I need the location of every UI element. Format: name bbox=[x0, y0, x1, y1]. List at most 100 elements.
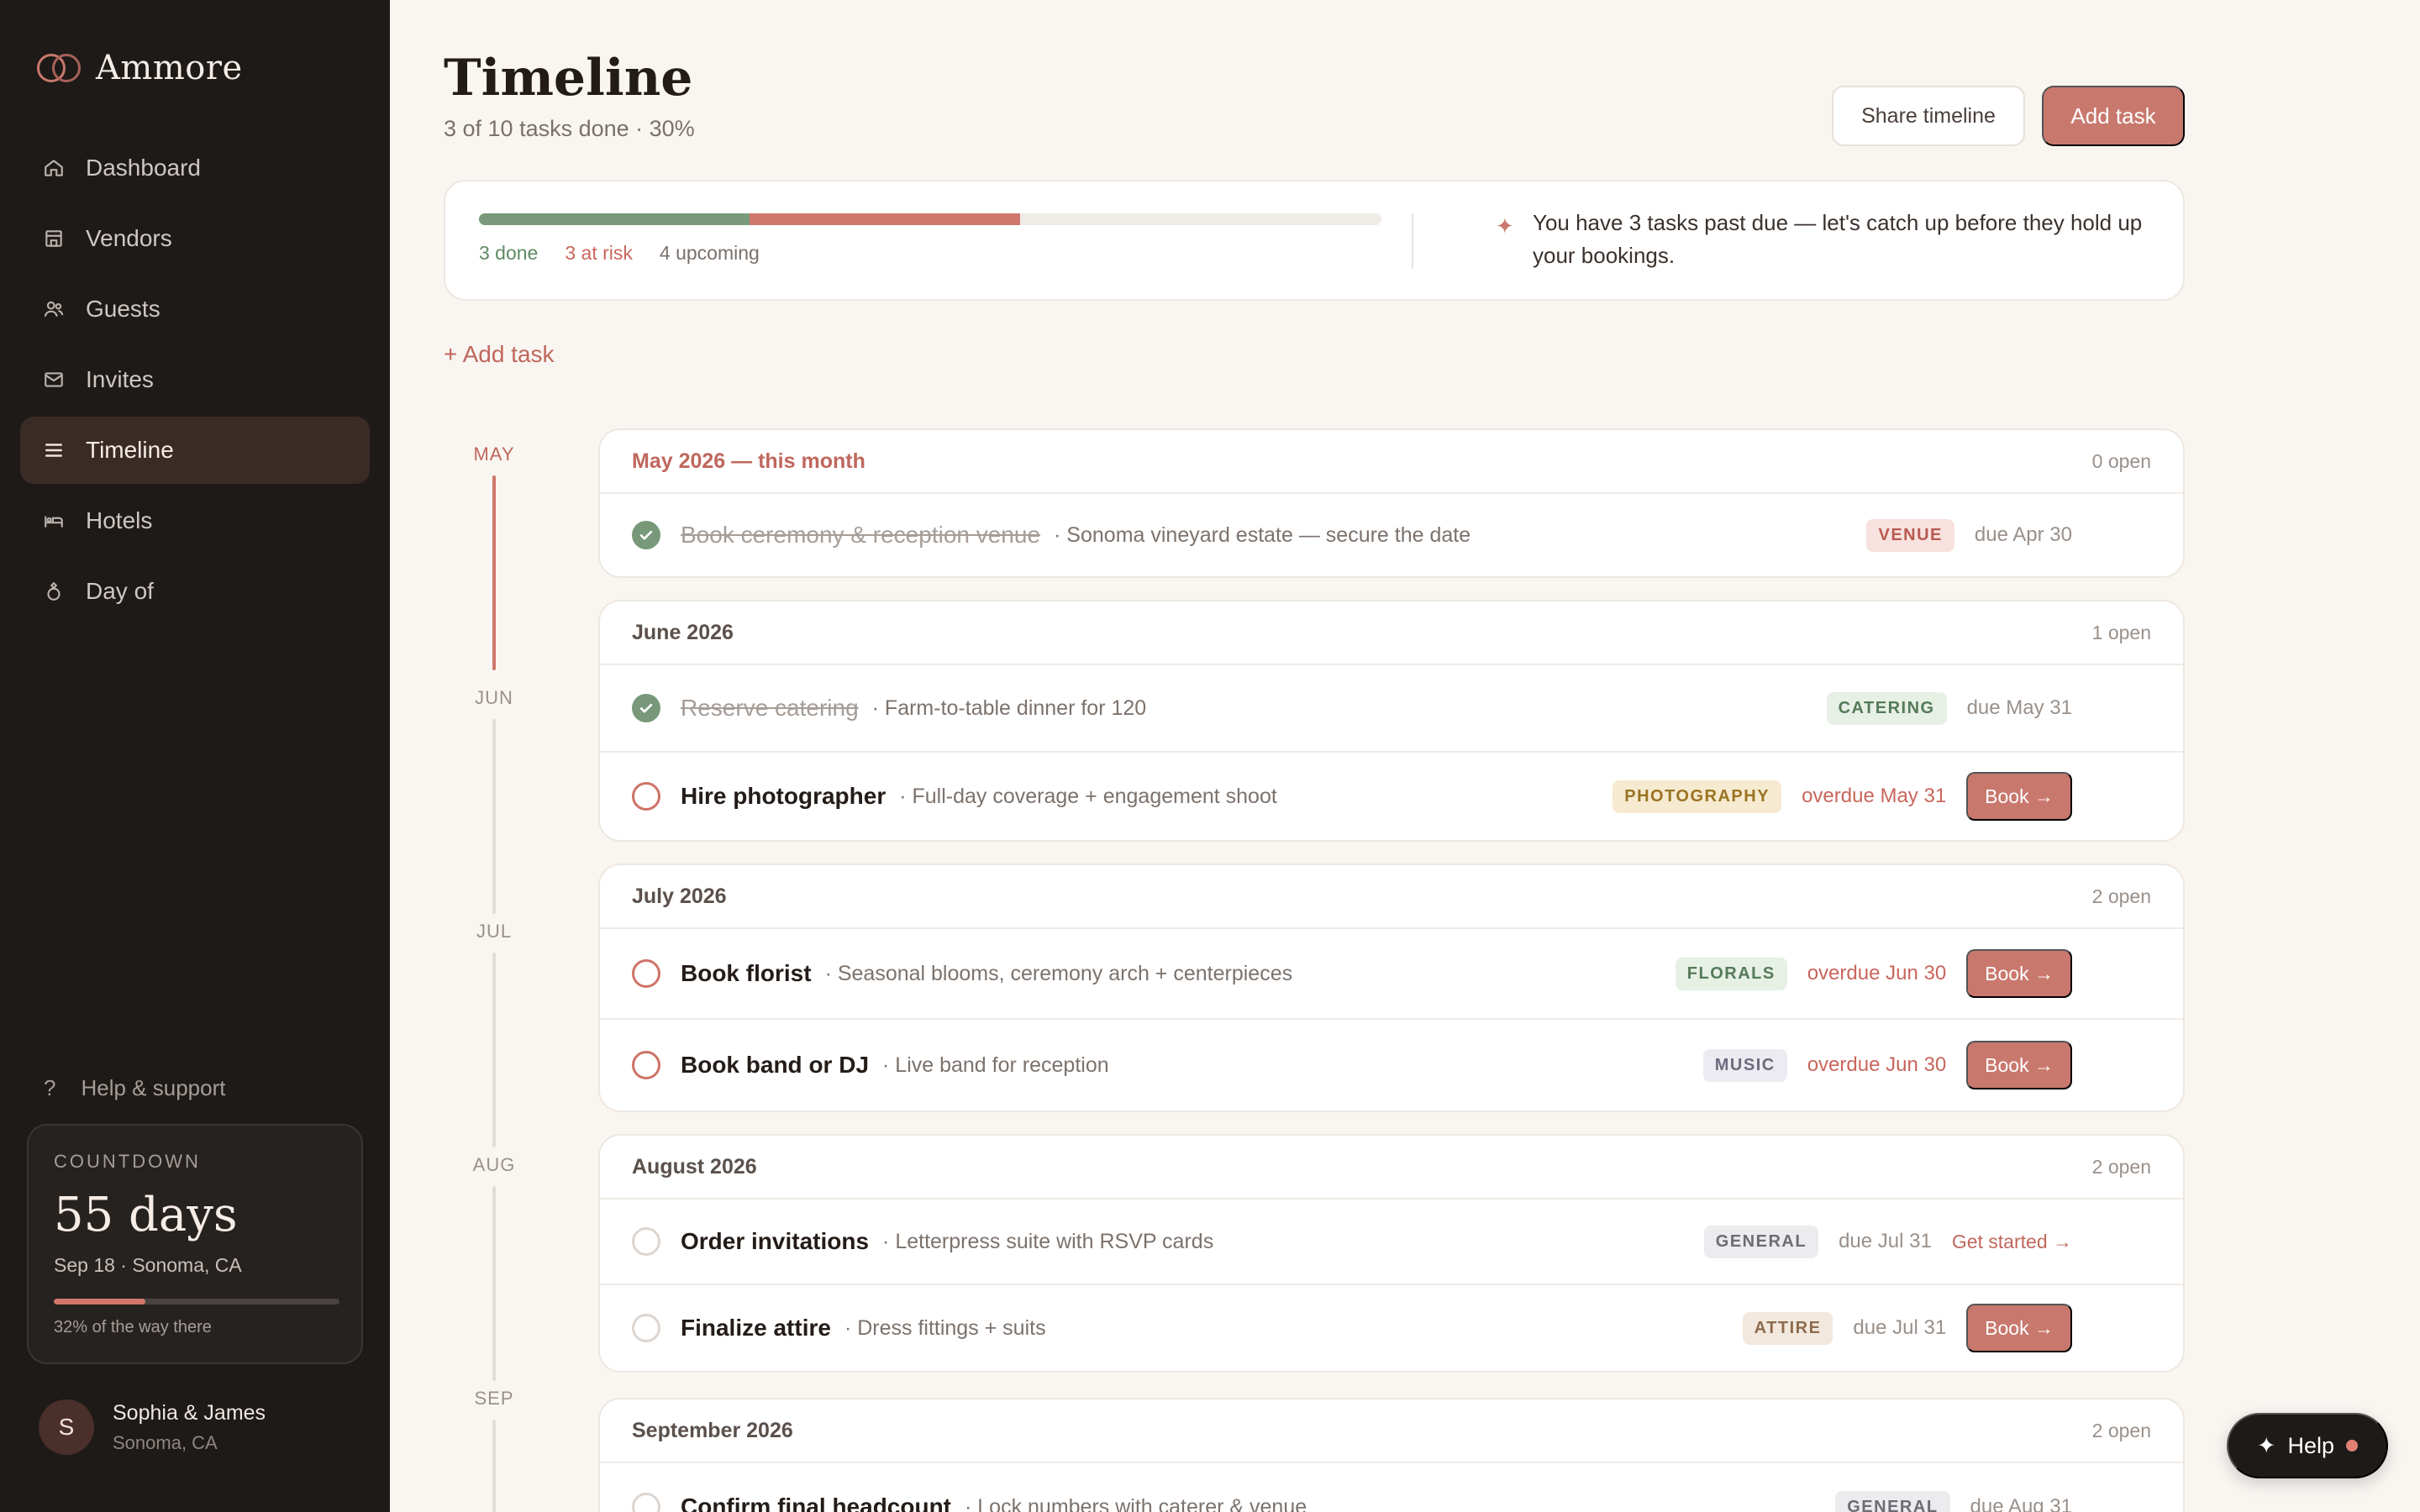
task-row[interactable]: Finalize attire · Dress fittings + suits A… bbox=[600, 1285, 2183, 1371]
task-row[interactable]: Reserve catering · Farm-to-table dinner f… bbox=[600, 665, 2183, 753]
task-checkbox[interactable] bbox=[632, 1493, 660, 1512]
book-button[interactable]: Book → bbox=[1966, 772, 2072, 821]
sparkle-icon: ✦ bbox=[1496, 213, 1514, 239]
task-meta: VENUE due Apr 30 bbox=[1866, 494, 2072, 576]
month-group-header: May 2026 — this month 0 open bbox=[600, 430, 2183, 494]
rail-month-label: MAY bbox=[473, 444, 515, 465]
checkmark-icon[interactable] bbox=[632, 521, 660, 549]
mail-icon bbox=[42, 368, 66, 391]
legend-upcoming: 4 upcoming bbox=[659, 242, 760, 264]
countdown-label: COUNTDOWN bbox=[54, 1151, 201, 1172]
progress-summary-card: 3 done 3 at risk 4 upcoming ✦ You have 3… bbox=[444, 180, 2185, 301]
page-subtitle: 3 of 10 tasks done · 30% bbox=[444, 116, 695, 141]
question-icon: ? bbox=[44, 1075, 56, 1100]
book-button[interactable]: Book → bbox=[1966, 949, 2072, 998]
user-location: Sonoma, CA bbox=[113, 1431, 218, 1453]
task-checkbox[interactable] bbox=[632, 959, 660, 988]
get-started-link[interactable]: Get started → bbox=[1952, 1231, 2072, 1253]
legend-at-risk: 3 at risk bbox=[565, 242, 633, 264]
due-date: due Jul 31 bbox=[1839, 1230, 1932, 1252]
sidebar-item-label: Hotels bbox=[86, 507, 153, 533]
task-meta: PHOTOGRAPHY overdue May 31 Book → bbox=[1612, 753, 2072, 840]
sidebar-item-day-of[interactable]: Day of bbox=[20, 558, 370, 625]
task-description: · Live band for reception bbox=[882, 1053, 1109, 1077]
due-date: overdue Jun 30 bbox=[1807, 1053, 1947, 1076]
countdown-note: 32% of the way there bbox=[54, 1318, 212, 1336]
avatar: S bbox=[39, 1399, 94, 1455]
task-name: Order invitations bbox=[681, 1228, 870, 1254]
task-meta: GENERAL due Aug 31 bbox=[1835, 1463, 2072, 1512]
sidebar: Ammore Dashboard Vendors Guests Invites Time… bbox=[0, 0, 390, 1512]
rail-month-label: SEP bbox=[474, 1388, 514, 1409]
task-row[interactable]: Book ceremony & reception venue · Sonoma … bbox=[600, 494, 2183, 576]
user-name: Sophia & James bbox=[113, 1400, 266, 1425]
help-support-link[interactable]: ? Help & support bbox=[44, 1075, 225, 1101]
rail-line bbox=[492, 953, 496, 1147]
sidebar-item-guests[interactable]: Guests bbox=[20, 276, 370, 343]
task-name: Confirm final headcount bbox=[681, 1494, 951, 1512]
checkmark-icon[interactable] bbox=[632, 694, 660, 722]
task-description: · Seasonal blooms, ceremony arch + cente… bbox=[824, 961, 1293, 985]
book-button[interactable]: Book → bbox=[1966, 1304, 2072, 1352]
task-row[interactable]: Hire photographer · Full-day coverage + e… bbox=[600, 753, 2183, 840]
task-row[interactable]: Book band or DJ · Live band for reception… bbox=[600, 1020, 2183, 1110]
past-due-alert: You have 3 tasks past due — let's catch … bbox=[1533, 210, 2143, 268]
month-group-title: August 2026 bbox=[632, 1154, 757, 1179]
month-group-header: September 2026 2 open bbox=[600, 1399, 2183, 1463]
sidebar-item-dashboard[interactable]: Dashboard bbox=[20, 134, 370, 202]
open-count: 2 open bbox=[2091, 1155, 2151, 1178]
add-task-button[interactable]: Add task bbox=[2042, 86, 2185, 146]
sidebar-item-hotels[interactable]: Hotels bbox=[20, 487, 370, 554]
task-checkbox[interactable] bbox=[632, 1051, 660, 1079]
book-button[interactable]: Book → bbox=[1966, 1041, 2072, 1089]
due-date: overdue May 31 bbox=[1802, 785, 1947, 807]
rings-logo-icon bbox=[37, 54, 81, 82]
task-meta: GENERAL due Jul 31 Get started → bbox=[1703, 1200, 2072, 1284]
rail-line bbox=[492, 1420, 496, 1512]
share-timeline-button[interactable]: Share timeline bbox=[1832, 86, 2025, 146]
timeline-rail: MAY JUN JUL AUG SEP bbox=[444, 420, 544, 1512]
sidebar-item-vendors[interactable]: Vendors bbox=[20, 205, 370, 272]
help-button[interactable]: ✦ Help bbox=[2227, 1413, 2388, 1478]
task-row[interactable]: Confirm final headcount · Lock numbers wi… bbox=[600, 1463, 2183, 1512]
task-checkbox[interactable] bbox=[632, 1227, 660, 1256]
category-tag: VENUE bbox=[1866, 518, 1954, 552]
category-tag: CATERING bbox=[1826, 691, 1947, 725]
open-count: 0 open bbox=[2091, 449, 2151, 472]
list-icon bbox=[42, 438, 66, 462]
sidebar-item-timeline[interactable]: Timeline bbox=[20, 417, 370, 484]
due-date: due Aug 31 bbox=[1970, 1495, 2072, 1512]
sidebar-item-invites[interactable]: Invites bbox=[20, 346, 370, 413]
task-row[interactable]: Order invitations · Letterpress suite wit… bbox=[600, 1200, 2183, 1285]
open-count: 2 open bbox=[2091, 885, 2151, 907]
task-meta: ATTIRE due Jul 31 Book → bbox=[1742, 1285, 2072, 1371]
category-tag: GENERAL bbox=[1703, 1225, 1819, 1258]
store-icon bbox=[42, 227, 66, 250]
add-task-link[interactable]: + Add task bbox=[444, 341, 555, 368]
users-icon bbox=[42, 297, 66, 321]
task-meta: MUSIC overdue Jun 30 Book → bbox=[1702, 1020, 2072, 1110]
category-tag: PHOTOGRAPHY bbox=[1612, 780, 1782, 813]
month-group: September 2026 2 open Confirm final headco… bbox=[598, 1398, 2185, 1512]
countdown-days: 55 days bbox=[54, 1188, 238, 1242]
task-checkbox[interactable] bbox=[632, 782, 660, 811]
task-name: Book ceremony & reception venue bbox=[681, 522, 1041, 548]
countdown-event-info: Sep 18 · Sonoma, CA bbox=[54, 1254, 242, 1276]
task-name: Finalize attire bbox=[681, 1315, 831, 1341]
brand-logo[interactable]: Ammore bbox=[37, 49, 243, 87]
category-tag: ATTIRE bbox=[1742, 1311, 1833, 1345]
due-date: due May 31 bbox=[1966, 696, 2072, 719]
month-group-title: September 2026 bbox=[632, 1418, 793, 1442]
task-progress-bar bbox=[479, 213, 1381, 225]
countdown-card: COUNTDOWN 55 days Sep 18 · Sonoma, CA 32… bbox=[27, 1124, 363, 1364]
due-date: due Jul 31 bbox=[1853, 1316, 1947, 1339]
brand-name: Ammore bbox=[96, 49, 243, 87]
task-row[interactable]: Book florist · Seasonal blooms, ceremony … bbox=[600, 929, 2183, 1020]
month-group-header: July 2026 2 open bbox=[600, 865, 2183, 929]
open-count: 2 open bbox=[2091, 1419, 2151, 1441]
task-description: · Letterpress suite with RSVP cards bbox=[882, 1229, 1214, 1253]
user-profile[interactable]: S Sophia & James Sonoma, CA bbox=[39, 1399, 266, 1455]
sidebar-item-label: Guests bbox=[86, 296, 160, 322]
sidebar-item-label: Day of bbox=[86, 578, 154, 604]
task-checkbox[interactable] bbox=[632, 1314, 660, 1342]
